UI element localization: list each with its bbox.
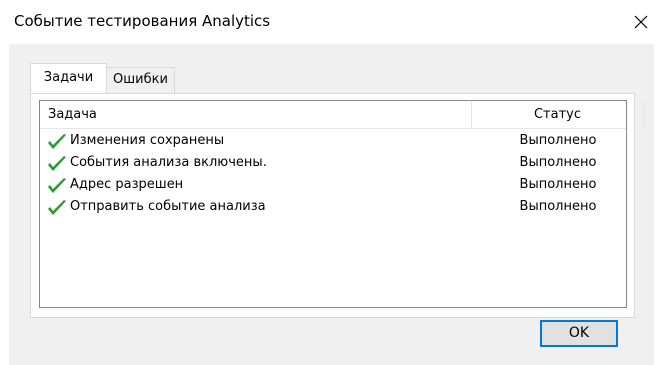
checkmark-icon	[48, 134, 66, 149]
close-icon	[634, 15, 648, 29]
close-button[interactable]	[619, 0, 663, 44]
task-status: Выполнено	[519, 199, 597, 214]
checkmark-icon	[48, 200, 66, 215]
title-bar: Событие тестирования Analytics	[0, 0, 663, 44]
window-title: Событие тестирования Analytics	[14, 12, 271, 30]
tab-tasks[interactable]: Задачи	[30, 63, 107, 93]
tab-tasks-label: Задачи	[43, 70, 94, 85]
ok-button[interactable]: OK	[540, 320, 618, 347]
dialog-window: Событие тестирования Analytics Задачи Ош…	[0, 0, 663, 365]
list-item[interactable]: Адрес разрешен Выполнено	[40, 175, 626, 197]
column-header-status-label: Статус	[533, 107, 582, 122]
column-header-status[interactable]: Статус	[472, 101, 644, 129]
task-name: Отправить событие анализа	[70, 199, 266, 214]
dialog-body: Задачи Ошибки Задача Статус Изменения со…	[9, 44, 654, 365]
list-item[interactable]: Изменения сохранены Выполнено	[40, 131, 626, 153]
list-header: Задача Статус	[40, 101, 644, 129]
task-name: Адрес разрешен	[70, 177, 184, 192]
tasks-list[interactable]: Задача Статус Изменения сохранены Выполн…	[39, 100, 644, 308]
column-header-task-label: Задача	[48, 107, 97, 122]
ok-button-label: OK	[568, 325, 590, 341]
task-name: Изменения сохранены	[70, 133, 225, 148]
tab-errors[interactable]: Ошибки	[106, 67, 175, 93]
tasks-tab-panel: Задача Статус Изменения сохранены Выполн…	[30, 93, 644, 318]
task-name: События анализа включены.	[70, 155, 267, 170]
list-item[interactable]: События анализа включены. Выполнено	[40, 153, 626, 175]
task-status: Выполнено	[519, 177, 597, 192]
checkmark-icon	[48, 178, 66, 193]
task-status: Выполнено	[519, 155, 597, 170]
tab-errors-label: Ошибки	[113, 72, 168, 87]
list-item[interactable]: Отправить событие анализа Выполнено	[40, 197, 626, 219]
column-header-task[interactable]: Задача	[40, 101, 472, 129]
task-status: Выполнено	[519, 133, 597, 148]
checkmark-icon	[48, 156, 66, 171]
